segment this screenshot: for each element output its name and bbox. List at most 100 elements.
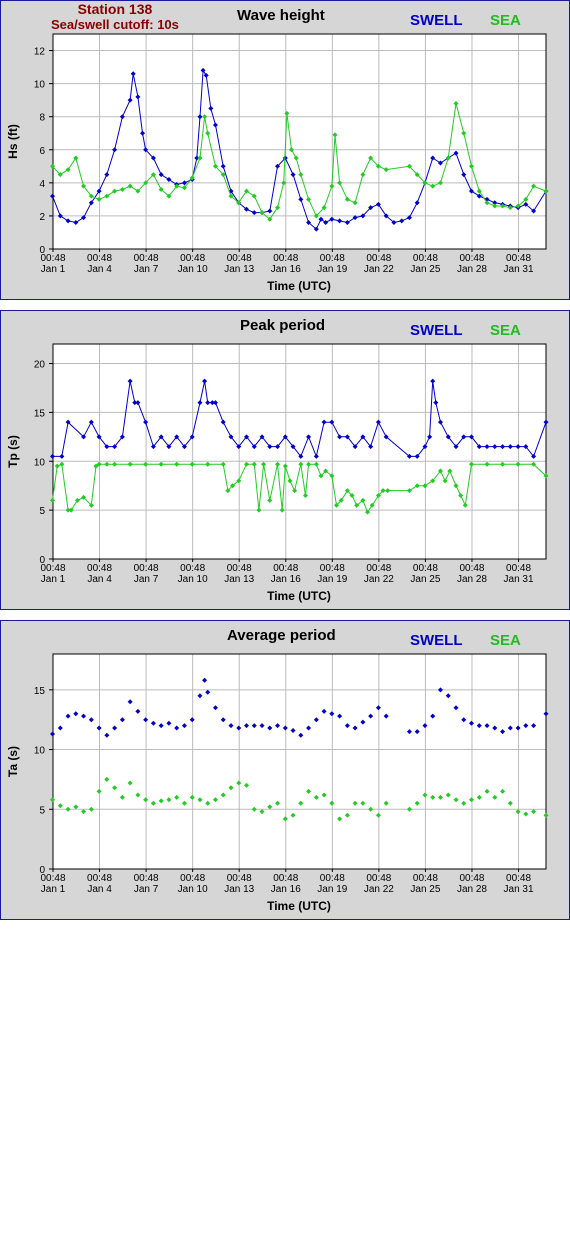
x-axis-label: Time (UTC) bbox=[267, 279, 331, 293]
y-tick-label: 5 bbox=[39, 805, 45, 816]
x-tick-time: 00:48 bbox=[459, 873, 484, 884]
x-tick-date: Jan 7 bbox=[134, 884, 159, 895]
x-tick-date: Jan 28 bbox=[457, 884, 487, 895]
x-tick-date: Jan 4 bbox=[87, 574, 112, 585]
x-tick-date: Jan 19 bbox=[317, 884, 347, 895]
x-tick-time: 00:48 bbox=[366, 563, 391, 574]
x-tick-time: 00:48 bbox=[366, 253, 391, 264]
peak-period-panel: 0 5 10 15 20 00:48 Jan 1 00:48 Jan 4 00:48 Jan 7 00… bbox=[0, 310, 570, 610]
x-tick-date: Jan 10 bbox=[178, 574, 208, 585]
x-tick-date: Jan 31 bbox=[504, 574, 534, 585]
y-tick-label: 15 bbox=[34, 408, 46, 419]
x-tick-date: Jan 28 bbox=[457, 264, 487, 275]
x-tick-time: 00:48 bbox=[134, 563, 159, 574]
x-tick-date: Jan 1 bbox=[41, 264, 66, 275]
station-header: Station 138 Sea/swell cutoff: 10s bbox=[51, 1, 179, 33]
y-tick-label: 10 bbox=[34, 746, 46, 757]
x-tick-date: Jan 13 bbox=[224, 264, 254, 275]
x-axis-label: Time (UTC) bbox=[267, 589, 331, 603]
x-tick-time: 00:48 bbox=[459, 563, 484, 574]
x-tick-date: Jan 16 bbox=[271, 264, 301, 275]
station-name: Station 138 bbox=[77, 1, 153, 17]
legend-swell: SWELL bbox=[410, 322, 463, 339]
x-tick-date: Jan 25 bbox=[410, 264, 440, 275]
x-tick-time: 00:48 bbox=[227, 873, 252, 884]
x-tick-date: Jan 28 bbox=[457, 574, 487, 585]
x-tick-time: 00:48 bbox=[320, 563, 345, 574]
x-tick-date: Jan 4 bbox=[87, 884, 112, 895]
x-tick-date: Jan 1 bbox=[41, 884, 66, 895]
x-tick-date: Jan 19 bbox=[317, 264, 347, 275]
x-tick-date: Jan 16 bbox=[271, 574, 301, 585]
x-tick-time: 00:48 bbox=[87, 253, 112, 264]
x-tick-date: Jan 31 bbox=[504, 884, 534, 895]
y-tick-label: 20 bbox=[34, 360, 46, 371]
x-tick-date: Jan 10 bbox=[178, 264, 208, 275]
x-tick-time: 00:48 bbox=[273, 563, 298, 574]
y-tick-label: 8 bbox=[39, 113, 45, 124]
legend-sea: SEA bbox=[490, 322, 521, 339]
legend-swell: SWELL bbox=[410, 12, 463, 29]
x-tick-time: 00:48 bbox=[320, 873, 345, 884]
x-tick-date: Jan 4 bbox=[87, 264, 112, 275]
x-tick-date: Jan 10 bbox=[178, 884, 208, 895]
x-tick-date: Jan 13 bbox=[224, 574, 254, 585]
y-tick-label: 2 bbox=[39, 212, 45, 223]
x-axis-label: Time (UTC) bbox=[267, 899, 331, 913]
x-tick-time: 00:48 bbox=[413, 873, 438, 884]
x-tick-time: 00:48 bbox=[134, 873, 159, 884]
y-axis-label: Tp (s) bbox=[6, 435, 20, 468]
x-tick-time: 00:48 bbox=[180, 873, 205, 884]
x-tick-time: 00:48 bbox=[87, 873, 112, 884]
x-tick-date: Jan 19 bbox=[317, 574, 347, 585]
x-tick-time: 00:48 bbox=[320, 253, 345, 264]
x-tick-date: Jan 7 bbox=[134, 574, 159, 585]
x-tick-date: Jan 22 bbox=[364, 264, 394, 275]
y-axis-label: Ta (s) bbox=[6, 746, 20, 777]
chart-title: Average period bbox=[227, 627, 336, 644]
x-tick-time: 00:48 bbox=[40, 873, 65, 884]
x-tick-date: Jan 7 bbox=[134, 264, 159, 275]
x-tick-date: Jan 1 bbox=[41, 574, 66, 585]
x-tick-time: 00:48 bbox=[40, 253, 65, 264]
wave-height-panel: 0 2 4 6 8 10 12 00:48 Jan 1 00:48 Jan 4 00:48 Jan 70… bbox=[0, 0, 570, 300]
x-tick-time: 00:48 bbox=[87, 563, 112, 574]
x-tick-date: Jan 16 bbox=[271, 884, 301, 895]
x-tick-time: 00:48 bbox=[413, 563, 438, 574]
x-tick-time: 00:48 bbox=[134, 253, 159, 264]
x-tick-time: 00:48 bbox=[180, 563, 205, 574]
x-tick-time: 00:48 bbox=[227, 563, 252, 574]
x-tick-time: 00:48 bbox=[413, 253, 438, 264]
x-tick-time: 00:48 bbox=[273, 253, 298, 264]
y-axis-label: Hs (ft) bbox=[6, 124, 20, 159]
y-tick-label: 10 bbox=[34, 457, 46, 468]
x-tick-time: 00:48 bbox=[506, 253, 531, 264]
x-tick-time: 00:48 bbox=[366, 873, 391, 884]
chart-title: Peak period bbox=[240, 317, 326, 334]
y-tick-label: 15 bbox=[34, 686, 46, 697]
x-tick-date: Jan 31 bbox=[504, 264, 534, 275]
wave-height-chart: 02468101200:48Jan 100:48Jan 400:48Jan 70… bbox=[6, 33, 549, 293]
y-tick-label: 4 bbox=[39, 179, 45, 190]
legend-sea: SEA bbox=[490, 12, 521, 29]
x-tick-date: Jan 22 bbox=[364, 574, 394, 585]
y-tick-label: 12 bbox=[34, 47, 46, 58]
x-tick-date: Jan 13 bbox=[224, 884, 254, 895]
chart-title: Wave height bbox=[237, 7, 325, 24]
x-tick-time: 00:48 bbox=[506, 563, 531, 574]
x-tick-time: 00:48 bbox=[273, 873, 298, 884]
legend-swell: SWELL bbox=[410, 632, 463, 649]
x-tick-date: Jan 25 bbox=[410, 574, 440, 585]
y-tick-label: 5 bbox=[39, 506, 45, 517]
x-tick-time: 00:48 bbox=[227, 253, 252, 264]
x-tick-time: 00:48 bbox=[459, 253, 484, 264]
x-tick-time: 00:48 bbox=[506, 873, 531, 884]
average-period-chart: 05101500:48Jan 100:48Jan 400:48Jan 700:4… bbox=[6, 653, 549, 913]
x-tick-time: 00:48 bbox=[180, 253, 205, 264]
y-tick-label: 6 bbox=[39, 146, 45, 157]
peak-period-chart: 0510152000:48Jan 100:48Jan 400:48Jan 700… bbox=[6, 343, 549, 603]
y-tick-label: 10 bbox=[34, 80, 46, 91]
x-tick-date: Jan 22 bbox=[364, 884, 394, 895]
x-tick-date: Jan 25 bbox=[410, 884, 440, 895]
average-period-panel: 0 5 10 15 00:48 Jan 1 00:48 Jan 4 00:48 Jan 7 00:4… bbox=[0, 620, 570, 920]
